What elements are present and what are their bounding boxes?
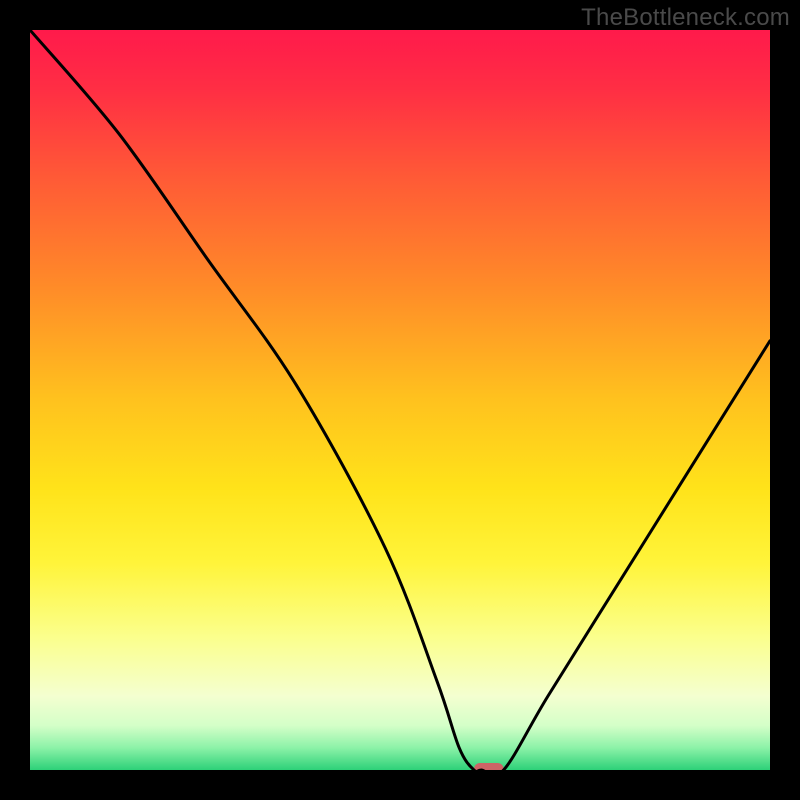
chart-frame: TheBottleneck.com <box>0 0 800 800</box>
plot-svg <box>30 30 770 770</box>
gradient-background <box>30 30 770 770</box>
plot-area <box>30 30 770 770</box>
watermark-text: TheBottleneck.com <box>581 4 790 32</box>
optimum-marker <box>474 763 504 770</box>
